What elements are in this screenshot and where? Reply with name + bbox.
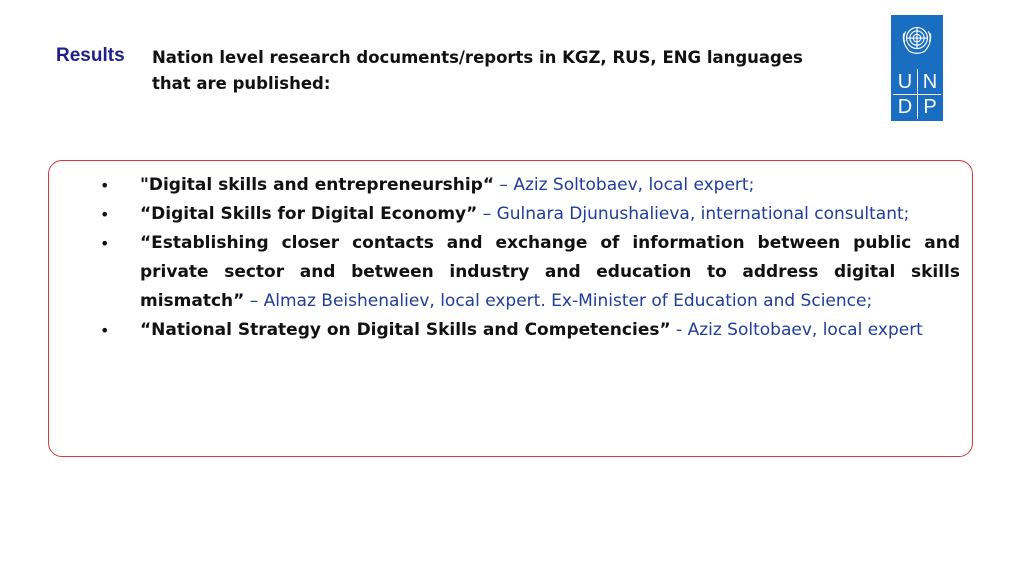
logo-divider-horizontal — [893, 94, 941, 95]
document-title: “Digital Skills for Digital Economy” — [140, 204, 478, 224]
list-item: • “Digital Skills for Digital Economy” – … — [92, 200, 960, 229]
un-emblem-icon — [902, 27, 932, 54]
list-item: • “National Strategy on Digital Skills an… — [92, 316, 960, 345]
bullet: • — [100, 205, 110, 224]
document-author: - Aziz Soltobaev, local expert — [670, 320, 923, 340]
slide-heading: Nation level research documents/reports … — [152, 48, 803, 93]
document-author: – Gulnara Djunushalieva, international c… — [477, 204, 910, 224]
logo-letter-u: U — [897, 71, 913, 93]
document-author: – Almaz Beishenaliev, local expert. Ex-M… — [244, 291, 873, 311]
results-list: • "Digital skills and entrepreneurship“ –… — [92, 171, 960, 345]
undp-logo: U N D P — [891, 15, 943, 121]
logo-letter-n: N — [922, 71, 938, 93]
bullet: • — [100, 234, 110, 253]
document-title: “National Strategy on Digital Skills and… — [140, 320, 671, 340]
document-title: "Digital skills and entrepreneurship“ — [140, 175, 495, 195]
logo-letter-d: D — [897, 96, 913, 118]
results-label: Results — [56, 45, 125, 66]
logo-letter-p: P — [923, 96, 937, 118]
document-author: – Aziz Soltobaev, local expert; — [494, 175, 755, 195]
list-item: • "Digital skills and entrepreneurship“ –… — [92, 171, 960, 200]
bullet: • — [100, 176, 110, 195]
bullet: • — [100, 321, 110, 340]
list-item: • “Establishing closer contacts and excha… — [92, 229, 960, 316]
